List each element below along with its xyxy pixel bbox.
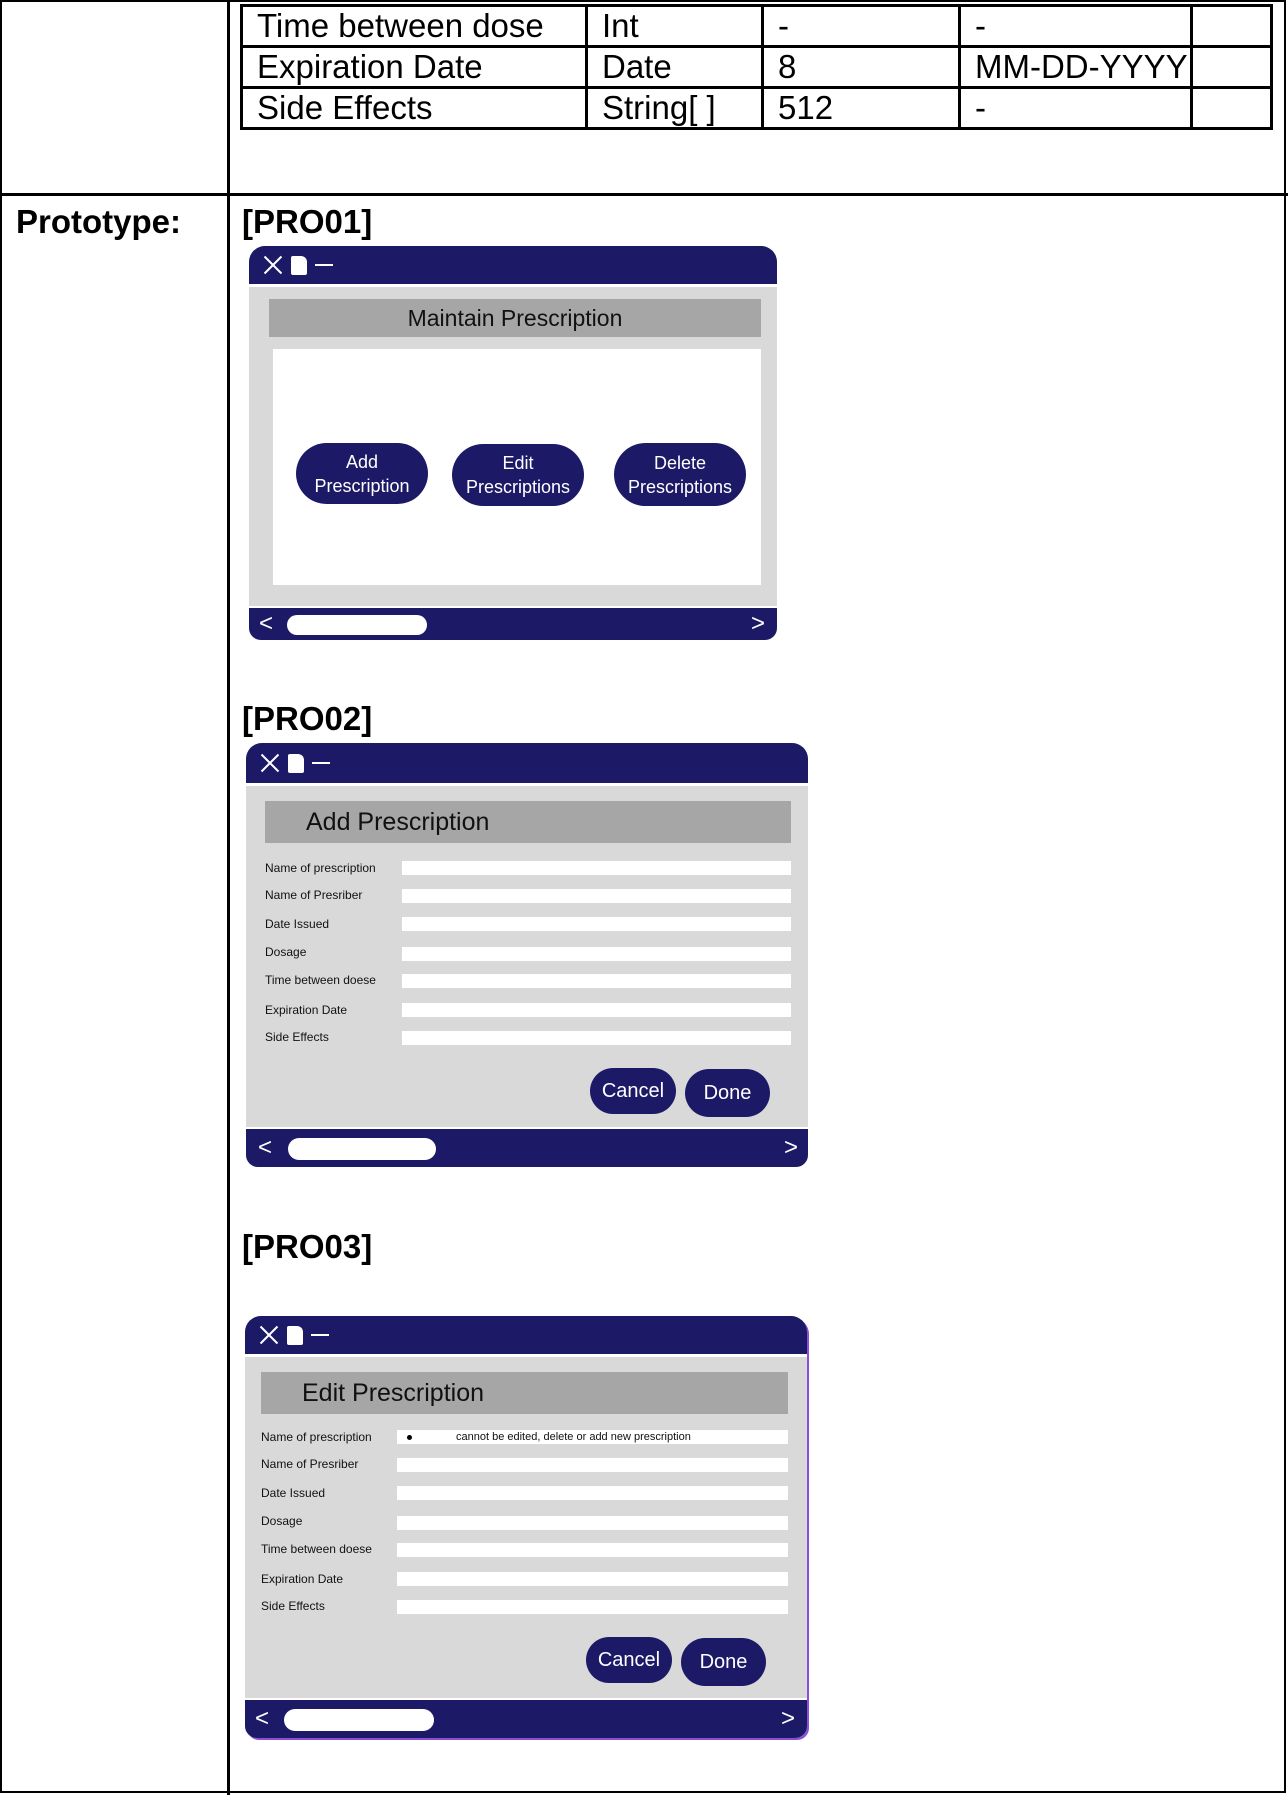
scroll-thumb[interactable] (287, 615, 427, 635)
field-label: Name of prescription (265, 861, 376, 875)
table-cell (1190, 4, 1273, 48)
window-header: Maintain Prescription (269, 299, 761, 337)
title-bar (249, 246, 777, 287)
pro01-window: Maintain Prescription Add Prescription E… (249, 246, 777, 640)
name-of-presriber-input[interactable] (402, 889, 791, 903)
field-label: Name of Presriber (265, 888, 363, 902)
delete-prescriptions-button[interactable]: Delete Prescriptions (614, 443, 746, 506)
add-prescription-button[interactable]: Add Prescription (296, 443, 428, 504)
table-cell: - (761, 4, 961, 48)
table-cell: - (958, 4, 1193, 48)
scroll-left-icon[interactable]: < (258, 1136, 272, 1160)
field-label: Dosage (265, 945, 307, 959)
title-bar (245, 1316, 807, 1357)
close-icon[interactable] (263, 255, 283, 275)
cancel-button[interactable]: Cancel (586, 1637, 672, 1683)
scroll-right-icon[interactable]: > (784, 1136, 798, 1160)
table-cell: String[ ] (585, 86, 764, 130)
field-label: Date Issued (261, 1486, 326, 1500)
window-title: Maintain Prescription (407, 304, 623, 331)
table-cell: Time between dose (240, 4, 588, 48)
table-cell: Int (585, 4, 764, 48)
table-cell: Expiration Date (240, 45, 588, 89)
field-label: Time between doese (261, 1542, 372, 1556)
done-button[interactable]: Done (685, 1069, 770, 1117)
table-cell: 8 (761, 45, 961, 89)
scroll-right-icon[interactable]: > (751, 612, 765, 636)
cancel-button[interactable]: Cancel (590, 1068, 676, 1114)
scroll-left-icon[interactable]: < (259, 612, 273, 636)
table-cell (1190, 45, 1273, 89)
dosage-input[interactable] (402, 947, 791, 961)
table-row: Side Effects String[ ] 512 - (240, 86, 1273, 130)
pro03-heading: [PRO03] (242, 1228, 373, 1265)
expiration-date-input[interactable] (402, 1003, 791, 1017)
title-bar (246, 743, 808, 786)
close-icon[interactable] (260, 753, 280, 773)
date-issued-input[interactable] (402, 917, 791, 931)
field-label: Side Effects (265, 1030, 329, 1044)
pro01-heading: [PRO01] (242, 203, 373, 240)
scroll-left-icon[interactable]: < (255, 1707, 269, 1731)
field-label: Name of Presriber (261, 1457, 359, 1471)
field-label: Side Effects (261, 1599, 325, 1613)
done-button[interactable]: Done (681, 1638, 766, 1686)
maximize-icon[interactable] (287, 1325, 303, 1345)
table-cell: 512 (761, 86, 961, 130)
column-divider (227, 0, 230, 1795)
name-of-prescription-input[interactable]: cannot be edited, delete or add new pres… (397, 1430, 788, 1444)
table-row: Time between dose Int - - (240, 4, 1273, 48)
bullet-icon (407, 1434, 412, 1440)
table-cell: - (958, 86, 1193, 130)
maximize-icon[interactable] (288, 753, 304, 773)
scroll-bar[interactable]: < > (246, 1127, 808, 1167)
row-divider (0, 193, 1288, 196)
side-effects-input[interactable] (402, 1031, 791, 1045)
close-icon[interactable] (259, 1325, 279, 1345)
window-header: Add Prescription (265, 801, 791, 843)
maximize-icon[interactable] (291, 255, 307, 275)
scroll-right-icon[interactable]: > (781, 1707, 795, 1731)
table-cell: Date (585, 45, 764, 89)
scroll-thumb[interactable] (284, 1709, 434, 1731)
time-between-doese-input[interactable] (397, 1543, 788, 1557)
field-label: Date Issued (265, 917, 330, 931)
name-of-presriber-input[interactable] (397, 1458, 788, 1472)
field-label: Expiration Date (261, 1572, 344, 1586)
window-title: Add Prescription (306, 807, 490, 836)
data-dictionary-table: Time between dose Int - - Expiration Dat… (240, 4, 1273, 130)
table-row: Expiration Date Date 8 MM-DD-YYYY (240, 45, 1273, 89)
field-label: Expiration Date (265, 1003, 348, 1017)
minimize-icon[interactable] (315, 264, 333, 266)
dosage-input[interactable] (397, 1516, 788, 1530)
field-label: Name of prescription (261, 1430, 372, 1444)
field-label: Time between doese (265, 973, 376, 987)
pro02-window: Add Prescription Name of prescription Na… (246, 743, 808, 1167)
field-note: cannot be edited, delete or add new pres… (456, 1431, 691, 1443)
date-issued-input[interactable] (397, 1486, 788, 1500)
side-effects-input[interactable] (397, 1600, 788, 1614)
pro03-window: Edit Prescription Name of prescription c… (245, 1316, 807, 1738)
window-title: Edit Prescription (302, 1378, 485, 1407)
window-header: Edit Prescription (261, 1372, 788, 1414)
minimize-icon[interactable] (312, 762, 330, 764)
scroll-bar[interactable]: < > (249, 606, 777, 640)
table-cell: MM-DD-YYYY (958, 45, 1193, 89)
prototype-label: Prototype: (16, 203, 181, 240)
time-between-doese-input[interactable] (402, 974, 791, 988)
table-cell (1190, 86, 1273, 130)
expiration-date-input[interactable] (397, 1572, 788, 1586)
edit-prescriptions-button[interactable]: Edit Prescriptions (452, 444, 584, 506)
field-label: Dosage (261, 1514, 303, 1528)
name-of-prescription-input[interactable] (402, 861, 791, 875)
minimize-icon[interactable] (311, 1334, 329, 1336)
pro02-heading: [PRO02] (242, 700, 373, 737)
table-cell: Side Effects (240, 86, 588, 130)
scroll-bar[interactable]: < > (245, 1698, 807, 1738)
scroll-thumb[interactable] (288, 1138, 436, 1160)
